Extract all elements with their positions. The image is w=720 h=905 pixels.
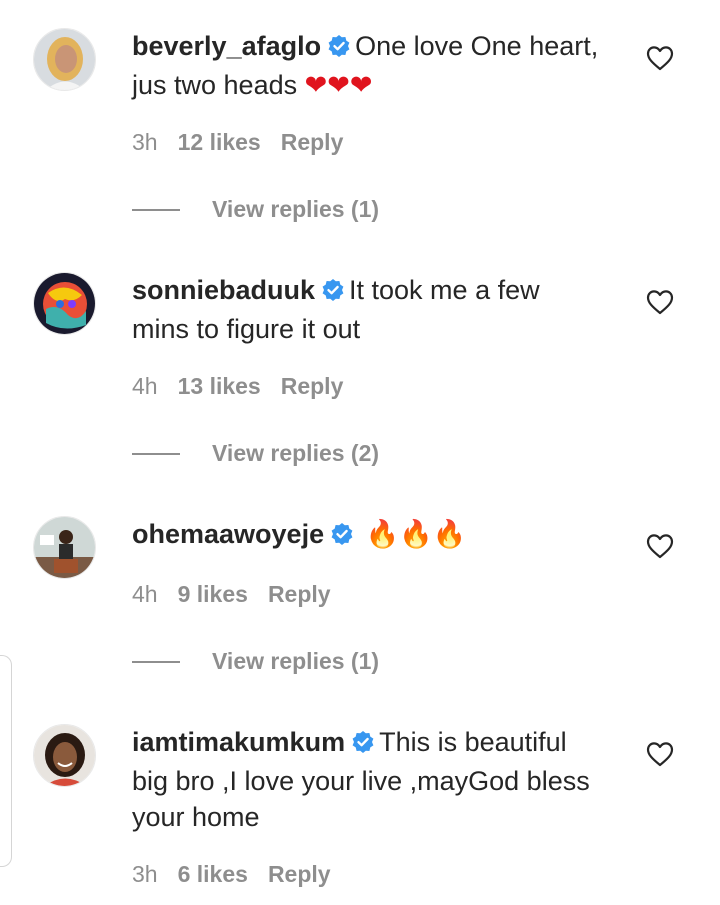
reply-button[interactable]: Reply: [281, 373, 344, 399]
comment-meta: 4h 13 likes Reply: [132, 372, 363, 400]
comment-time: 4h: [132, 373, 158, 399]
comment-meta: 3h 12 likes Reply: [132, 128, 363, 156]
comment-body-line1: This is beautiful: [379, 727, 567, 757]
comment-text: sonniebaduuk It took me a few mins to fig…: [132, 272, 612, 347]
username[interactable]: ohemaawoyeje: [132, 519, 324, 549]
avatar[interactable]: [33, 272, 96, 335]
comment-body-line2: jus two heads: [132, 70, 298, 100]
comment-text: ohemaawoyeje 🔥🔥🔥: [132, 516, 612, 555]
like-heart-icon[interactable]: [646, 45, 674, 71]
replies-divider: [132, 661, 180, 663]
reply-button[interactable]: Reply: [281, 129, 344, 155]
username[interactable]: beverly_afaglo: [132, 31, 321, 61]
comment-time: 3h: [132, 861, 158, 887]
username[interactable]: iamtimakumkum: [132, 727, 345, 757]
view-replies-button[interactable]: View replies (1): [212, 194, 379, 224]
comment-body-line2: big bro ,I love your live ,mayGod bless: [132, 766, 590, 796]
likes-count[interactable]: 6 likes: [178, 861, 248, 887]
comment-body-line1: It took me a few: [349, 275, 540, 305]
comment-meta: 3h 6 likes Reply: [132, 860, 351, 888]
verified-badge-icon: [351, 727, 375, 763]
avatar-photo: [34, 725, 95, 786]
username[interactable]: sonniebaduuk: [132, 275, 315, 305]
avatar[interactable]: [33, 28, 96, 91]
fire-emoji: 🔥🔥🔥: [365, 519, 467, 550]
scroll-edge-indicator: [0, 655, 12, 867]
comment-body-line2: mins to figure it out: [132, 314, 361, 344]
comment-time: 4h: [132, 581, 158, 607]
verified-badge-icon: [330, 519, 354, 555]
reply-button[interactable]: Reply: [268, 861, 331, 887]
avatar-photo: [34, 517, 95, 578]
like-heart-icon[interactable]: [646, 741, 674, 767]
comment-time: 3h: [132, 129, 158, 155]
view-replies-button[interactable]: View replies (2): [212, 438, 379, 468]
comment-text: iamtimakumkum This is beautiful big bro ,…: [132, 724, 612, 835]
like-heart-icon[interactable]: [646, 533, 674, 559]
heart-emoji: ❤❤❤: [304, 70, 373, 101]
comment-body-line3: your home: [132, 802, 260, 832]
avatar-photo: [34, 29, 95, 90]
comment-meta: 4h 9 likes Reply: [132, 580, 351, 608]
likes-count[interactable]: 13 likes: [178, 373, 261, 399]
verified-badge-icon: [321, 275, 345, 311]
like-heart-icon[interactable]: [646, 289, 674, 315]
view-replies-button[interactable]: View replies (1): [212, 646, 379, 676]
avatar-photo: [34, 273, 95, 334]
avatar[interactable]: [33, 724, 96, 787]
comment-body-line1: One love One heart,: [355, 31, 599, 61]
comment-text: beverly_afaglo One love One heart, jus tw…: [132, 28, 612, 104]
replies-divider: [132, 453, 180, 455]
avatar[interactable]: [33, 516, 96, 579]
likes-count[interactable]: 12 likes: [178, 129, 261, 155]
reply-button[interactable]: Reply: [268, 581, 331, 607]
verified-badge-icon: [327, 31, 351, 67]
replies-divider: [132, 209, 180, 211]
likes-count[interactable]: 9 likes: [178, 581, 248, 607]
